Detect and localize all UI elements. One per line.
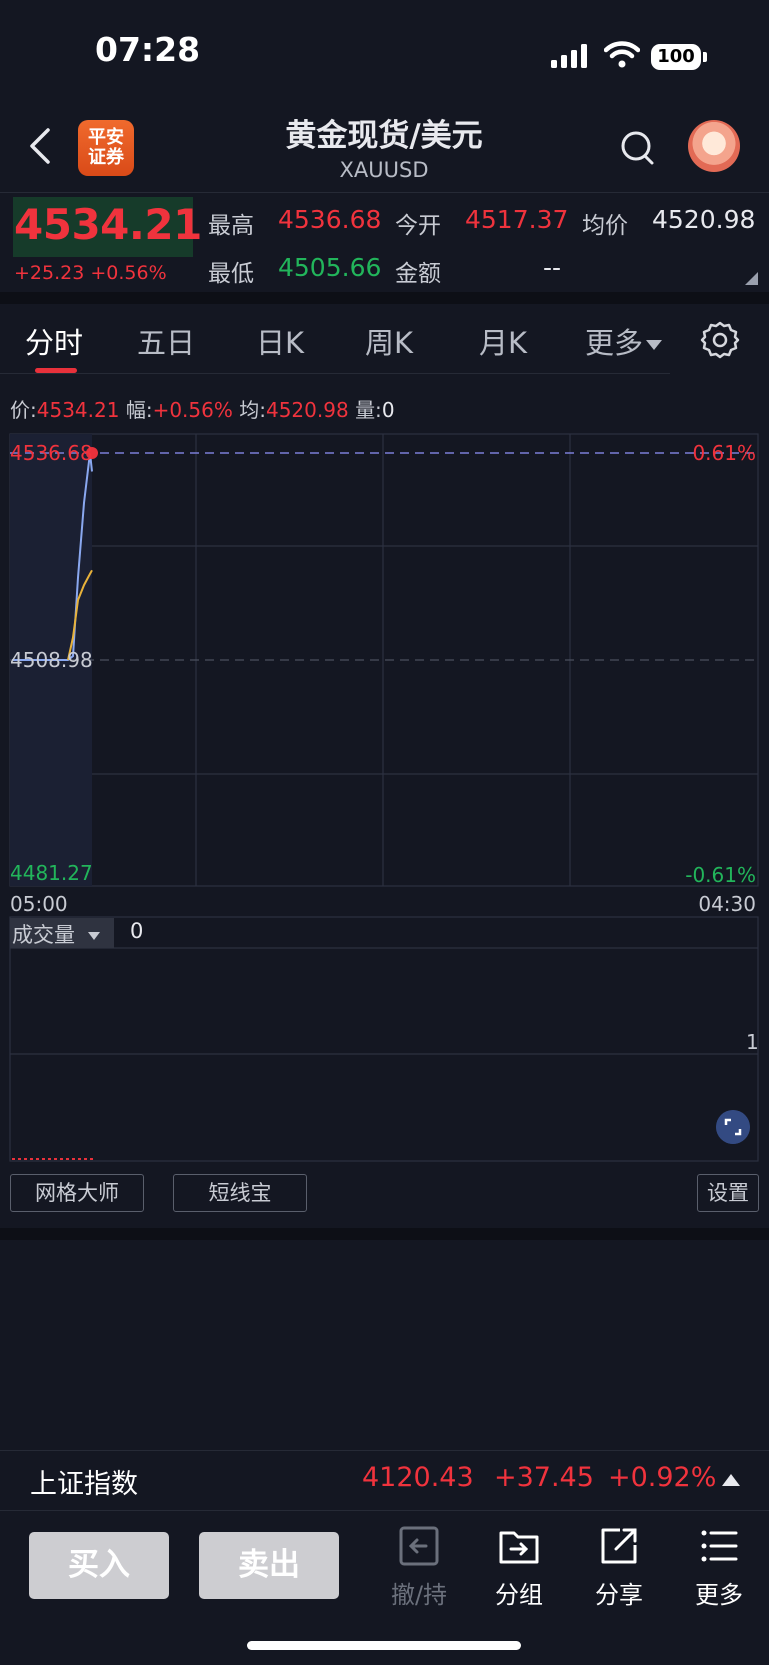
page-title: 黄金现货/美元 xyxy=(285,118,483,154)
open-value: 4517.37 xyxy=(465,205,569,234)
open-label: 今开 xyxy=(395,213,441,239)
x-label-end: 04:30 xyxy=(698,892,756,916)
amount-value: -- xyxy=(543,253,562,282)
logo-line-1: 平安 xyxy=(88,127,124,148)
group-label: 分组 xyxy=(495,1581,543,1609)
section-separator xyxy=(0,1228,769,1240)
status-time: 07:28 xyxy=(95,30,201,69)
pct-label-top: 0.61% xyxy=(692,441,756,465)
chart-settings-button[interactable]: 设置 xyxy=(697,1174,759,1212)
logo-line-2: 证券 xyxy=(88,147,124,168)
high-label: 最高 xyxy=(208,213,254,239)
bottom-bar-divider xyxy=(0,1510,769,1511)
info-avg-label: 均: xyxy=(239,398,266,422)
cancel-hold-button[interactable]: 撤/持 xyxy=(389,1525,449,1610)
more-label: 更多 xyxy=(695,1581,743,1609)
buy-button[interactable]: 买入 xyxy=(29,1532,169,1599)
volume-label: 成交量 xyxy=(12,919,101,949)
index-ticker-percent: +0.92% xyxy=(608,1462,717,1493)
tab-daily-k[interactable]: 日K xyxy=(256,320,304,362)
info-vol-label: 量: xyxy=(355,398,382,422)
wifi-icon xyxy=(604,41,640,68)
battery-nub xyxy=(703,52,707,62)
tab-weekly-k[interactable]: 周K xyxy=(365,320,413,362)
avatar[interactable] xyxy=(688,120,740,172)
pct-label-bottom: -0.61% xyxy=(685,863,756,887)
up-arrow-icon[interactable] xyxy=(722,1474,740,1486)
share-button[interactable]: 分享 xyxy=(589,1525,649,1610)
tab-monthly-k[interactable]: 月K xyxy=(479,320,527,362)
volume-scale-max: 1 xyxy=(746,1030,759,1054)
more-button[interactable]: 更多 xyxy=(689,1525,749,1610)
menu-icon xyxy=(701,1530,738,1562)
search-icon[interactable] xyxy=(618,128,658,168)
avg-label: 均价 xyxy=(582,213,628,239)
tab-intraday[interactable]: 分时 xyxy=(25,320,83,362)
expand-quote-icon[interactable] xyxy=(745,272,758,285)
caret-down-icon xyxy=(646,340,663,350)
grid-master-button[interactable]: 网格大师 xyxy=(10,1174,144,1212)
group-button[interactable]: 分组 xyxy=(489,1525,549,1610)
info-price-label: 价: xyxy=(10,398,37,422)
intraday-chart[interactable]: 4536.68 4508.98 4481.27 0.61% -0.61% 05:… xyxy=(0,430,769,930)
index-ticker-value: 4120.43 xyxy=(362,1462,474,1493)
amount-label: 金额 xyxy=(395,261,441,287)
fullscreen-icon[interactable] xyxy=(716,1110,750,1144)
cancel-hold-label: 撤/持 xyxy=(390,1581,448,1609)
caret-down-icon xyxy=(88,932,100,940)
info-avg: 4520.98 xyxy=(265,398,349,422)
tab-divider xyxy=(0,373,670,374)
share-icon xyxy=(601,1528,637,1564)
cancel-hold-icon xyxy=(399,1526,439,1566)
index-ticker-name[interactable]: 上证指数 xyxy=(30,1462,138,1501)
avg-value: 4520.98 xyxy=(652,205,756,234)
y-label-top: 4536.68 xyxy=(10,441,93,465)
tab-more-label: 更多 xyxy=(585,326,644,360)
cellular-signal-icon xyxy=(551,44,587,68)
volume-label-text: 成交量 xyxy=(12,923,75,947)
tab-five-day[interactable]: 五日 xyxy=(137,320,195,362)
symbol-code: XAUUSD xyxy=(339,158,429,182)
y-label-mid: 4508.98 xyxy=(10,648,93,672)
y-label-bottom: 4481.27 xyxy=(10,861,93,885)
broker-logo: 平安 证券 xyxy=(78,120,134,176)
folder-icon xyxy=(499,1531,539,1564)
high-value: 4536.68 xyxy=(278,205,382,234)
ticker-divider xyxy=(0,1450,769,1451)
info-price: 4534.21 xyxy=(36,398,120,422)
tab-more[interactable]: 更多 xyxy=(585,320,663,362)
header-divider xyxy=(0,192,769,193)
info-range-label: 幅: xyxy=(125,398,153,422)
crosshair-info: 价:4534.21 幅:+0.56% 均:4520.98 量:0 xyxy=(10,394,395,423)
gear-icon[interactable] xyxy=(700,320,740,360)
price-change: +25.23 +0.56% xyxy=(14,262,167,284)
section-separator xyxy=(0,292,769,304)
short-line-button[interactable]: 短线宝 xyxy=(173,1174,307,1212)
volume-chart[interactable] xyxy=(0,916,769,1162)
info-range: +0.56% xyxy=(152,398,233,422)
index-ticker-change: +37.45 xyxy=(494,1462,594,1493)
sell-button[interactable]: 卖出 xyxy=(199,1532,339,1599)
battery-indicator: 100 xyxy=(651,44,701,70)
low-value: 4505.66 xyxy=(278,253,382,282)
x-label-start: 05:00 xyxy=(10,892,68,916)
back-icon[interactable] xyxy=(24,126,58,166)
info-vol: 0 xyxy=(381,398,395,422)
last-price: 4534.21 xyxy=(14,200,202,249)
low-label: 最低 xyxy=(208,261,254,287)
volume-value: 0 xyxy=(130,919,144,943)
share-label: 分享 xyxy=(595,1581,643,1609)
home-indicator[interactable] xyxy=(247,1641,521,1650)
